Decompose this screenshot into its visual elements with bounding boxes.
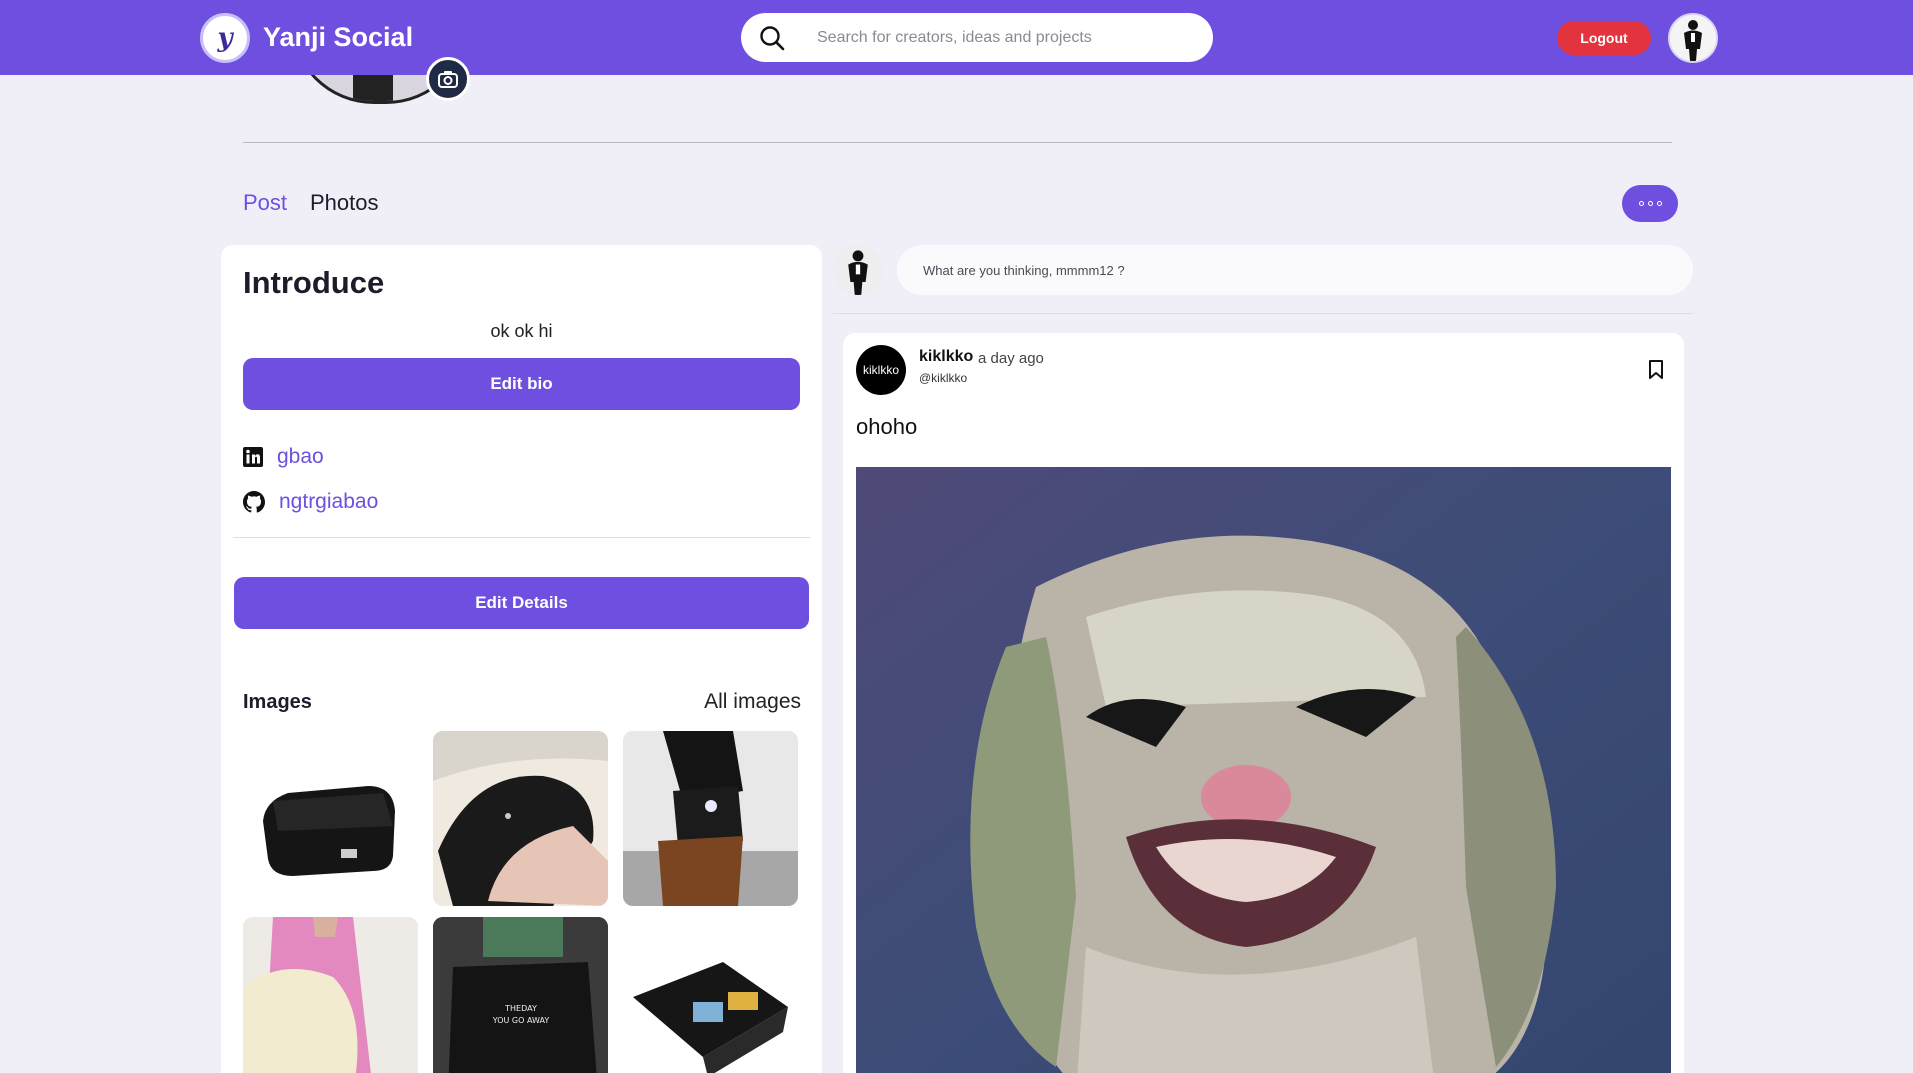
tab-photos[interactable]: Photos (310, 190, 379, 216)
dot-icon (1647, 201, 1653, 206)
post-author-handle: @kiklkko (919, 371, 968, 385)
post-author-name[interactable]: kiklkko (919, 348, 973, 366)
post-author-avatar[interactable]: kiklkko (856, 345, 906, 395)
user-avatar[interactable] (1668, 13, 1718, 63)
post-timestamp: a day ago (978, 350, 1044, 367)
divider (243, 142, 1672, 143)
image-thumbnail[interactable]: THEDAY YOU GO AWAY (433, 917, 608, 1073)
svg-text:YOU GO AWAY: YOU GO AWAY (492, 1016, 550, 1025)
edit-details-button[interactable]: Edit Details (234, 577, 809, 629)
logout-button[interactable]: Logout (1557, 21, 1651, 55)
person-silhouette-icon (1670, 15, 1716, 61)
post-card: kiklkko kiklkko a day ago @kiklkko ohoho (843, 333, 1684, 1073)
top-navbar: y Yanji Social Logout (0, 0, 1913, 75)
camera-icon[interactable] (426, 57, 470, 101)
bookmark-icon[interactable] (1648, 360, 1664, 380)
linkedin-label: gbao (277, 445, 324, 468)
search-input[interactable] (817, 13, 1197, 62)
search-icon[interactable] (759, 25, 785, 51)
brand-name[interactable]: Yanji Social (263, 22, 413, 53)
image-thumbnail[interactable] (243, 917, 418, 1073)
tab-post[interactable]: Post (243, 190, 287, 216)
post-image[interactable] (856, 467, 1671, 1073)
divider (833, 313, 1693, 314)
composer-avatar[interactable] (833, 245, 883, 295)
all-images-link[interactable]: All images (704, 690, 801, 714)
image-thumbnail[interactable] (623, 731, 798, 906)
image-thumbnail[interactable] (623, 917, 798, 1073)
intro-card: Introduce ok ok hi Edit bio gbao ngtrgia… (221, 245, 822, 1073)
more-options-button[interactable] (1622, 185, 1678, 222)
images-heading: Images (243, 691, 312, 713)
github-link[interactable]: ngtrgiabao (243, 490, 378, 514)
post-composer-input[interactable] (897, 245, 1693, 295)
edit-bio-button[interactable]: Edit bio (243, 358, 800, 410)
image-thumbnail[interactable] (433, 731, 608, 906)
linkedin-icon (243, 447, 263, 467)
divider (233, 537, 810, 538)
github-icon (243, 491, 265, 513)
linkedin-link[interactable]: gbao (243, 445, 324, 469)
dot-icon (1638, 201, 1644, 206)
dot-icon (1656, 201, 1662, 206)
svg-text:THEDAY: THEDAY (504, 1004, 537, 1013)
github-label: ngtrgiabao (279, 490, 379, 513)
search-box (741, 13, 1213, 62)
post-text: ohoho (856, 414, 918, 439)
image-thumbnail[interactable] (243, 731, 418, 906)
person-silhouette-icon (833, 245, 883, 295)
app-logo[interactable]: y (200, 13, 250, 63)
intro-title: Introduce (243, 265, 385, 300)
bio-text: ok ok hi (490, 321, 553, 341)
